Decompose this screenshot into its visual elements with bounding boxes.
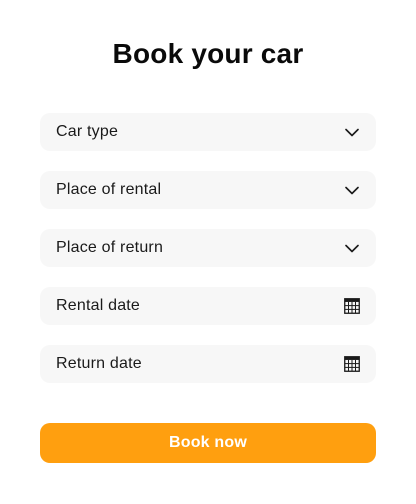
chevron-down-icon bbox=[344, 240, 360, 256]
booking-form: Book your car Car type Place of rental P… bbox=[0, 0, 416, 504]
chevron-down-icon bbox=[344, 182, 360, 198]
return-date-field[interactable]: Return date bbox=[40, 345, 376, 383]
chevron-down-icon bbox=[344, 124, 360, 140]
car-type-label: Car type bbox=[56, 123, 119, 140]
place-of-return-label: Place of return bbox=[56, 239, 164, 256]
calendar-icon[interactable] bbox=[344, 356, 360, 372]
rental-date-field[interactable]: Rental date bbox=[40, 287, 376, 325]
return-date-label: Return date bbox=[56, 355, 142, 372]
rental-date-label: Rental date bbox=[56, 297, 141, 314]
page-title: Book your car bbox=[112, 38, 304, 69]
calendar-icon[interactable] bbox=[344, 298, 360, 314]
place-of-return-select[interactable]: Place of return bbox=[40, 229, 376, 267]
car-type-select[interactable]: Car type bbox=[40, 113, 376, 151]
place-of-rental-select[interactable]: Place of rental bbox=[40, 171, 376, 209]
book-now-button[interactable]: Book now bbox=[40, 423, 376, 463]
place-of-rental-label: Place of rental bbox=[56, 181, 162, 198]
